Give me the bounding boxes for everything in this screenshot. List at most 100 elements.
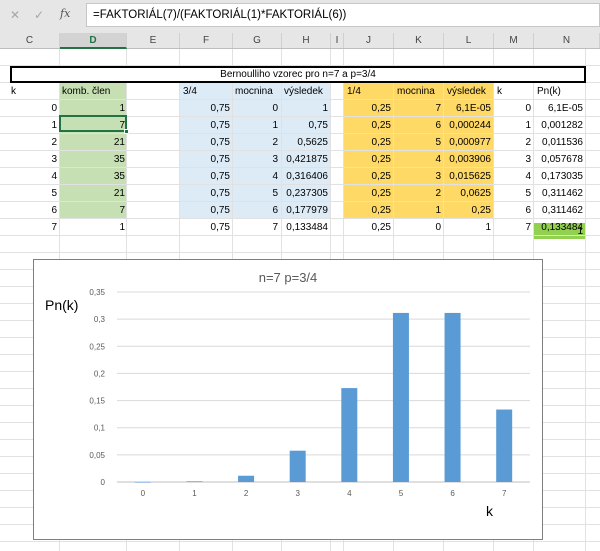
cell-q-row-3[interactable]: 0,25 xyxy=(344,151,391,168)
cell-q-row-6[interactable]: 0,25 xyxy=(344,202,391,219)
cell-m1-row-1[interactable]: 1 xyxy=(233,117,278,134)
cell-k-row-3[interactable]: 3 xyxy=(0,151,57,168)
cell-v1-row-5[interactable]: 0,237305 xyxy=(282,185,328,202)
formula-input[interactable]: =FAKTORIÁL(7)/(FAKTORIÁL(1)*FAKTORIÁL(6)… xyxy=(86,3,600,27)
check-icon[interactable]: ✓ xyxy=(32,8,46,22)
header-pn[interactable]: Pn(k) xyxy=(537,83,561,100)
cell-m1-row-5[interactable]: 5 xyxy=(233,185,278,202)
cell-v2-row-6[interactable]: 0,25 xyxy=(444,202,491,219)
header-mocnina-2[interactable]: mocnina xyxy=(397,83,435,100)
cell-pn-row-3[interactable]: 0,057678 xyxy=(534,151,583,168)
cell-k-row-7[interactable]: 7 xyxy=(0,219,57,236)
cell-q-row-1[interactable]: 0,25 xyxy=(344,117,391,134)
cell-pn-row-2[interactable]: 0,011536 xyxy=(534,134,583,151)
cell-v2-row-2[interactable]: 0,000977 xyxy=(444,134,491,151)
cell-m1-row-4[interactable]: 4 xyxy=(233,168,278,185)
cell-pn-row-1[interactable]: 0,001282 xyxy=(534,117,583,134)
cell-komb-row-3[interactable]: 35 xyxy=(60,151,125,168)
cell-komb-row-7[interactable]: 1 xyxy=(60,219,125,236)
cell-v1-row-2[interactable]: 0,5625 xyxy=(282,134,328,151)
bar[interactable] xyxy=(238,475,255,482)
bar[interactable] xyxy=(341,388,358,482)
chart[interactable]: n=7 p=3/4 Pn(k) k 0 0,05 0,1 0,15 0,2 0,25 0,3… xyxy=(33,259,543,540)
cell-m2-row-3[interactable]: 4 xyxy=(394,151,441,168)
cell-k2-row-5[interactable]: 5 xyxy=(494,185,531,202)
cell-komb-row-6[interactable]: 7 xyxy=(60,202,125,219)
cell-p-row-1[interactable]: 0,75 xyxy=(180,117,230,134)
cell-p-row-0[interactable]: 0,75 xyxy=(180,100,230,117)
cell-v2-row-5[interactable]: 0,0625 xyxy=(444,185,491,202)
cell-p-row-6[interactable]: 0,75 xyxy=(180,202,230,219)
column-header-d[interactable]: D xyxy=(60,33,127,49)
cell-p-row-3[interactable]: 0,75 xyxy=(180,151,230,168)
header-mocnina-1[interactable]: mocnina xyxy=(235,83,273,100)
table-title[interactable]: Bernoulliho vzorec pro n=7 a p=3/4 xyxy=(10,66,586,83)
cell-k-row-5[interactable]: 5 xyxy=(0,185,57,202)
cell-m1-row-6[interactable]: 6 xyxy=(233,202,278,219)
cell-p-row-4[interactable]: 0,75 xyxy=(180,168,230,185)
cell-v1-row-6[interactable]: 0,177979 xyxy=(282,202,328,219)
cell-q-row-5[interactable]: 0,25 xyxy=(344,185,391,202)
cell-komb-row-5[interactable]: 21 xyxy=(60,185,125,202)
cell-v1-row-0[interactable]: 1 xyxy=(282,100,328,117)
cell-q-row-7[interactable]: 0,25 xyxy=(344,219,391,236)
bar[interactable] xyxy=(186,481,203,482)
cell-q-row-2[interactable]: 0,25 xyxy=(344,134,391,151)
cell-komb-row-4[interactable]: 35 xyxy=(60,168,125,185)
cell-m2-row-5[interactable]: 2 xyxy=(394,185,441,202)
column-header-h[interactable]: H xyxy=(282,33,331,48)
bar[interactable] xyxy=(289,450,306,482)
cell-v1-row-3[interactable]: 0,421875 xyxy=(282,151,328,168)
column-header-e[interactable]: E xyxy=(127,33,180,48)
header-p[interactable]: 3/4 xyxy=(183,83,197,100)
cell-komb-row-2[interactable]: 21 xyxy=(60,134,125,151)
fill-handle[interactable] xyxy=(124,129,129,134)
bar[interactable] xyxy=(134,481,151,483)
column-header-k[interactable]: K xyxy=(394,33,444,48)
column-header-g[interactable]: G xyxy=(233,33,282,48)
column-header-m[interactable]: M xyxy=(494,33,534,48)
cell-k2-row-6[interactable]: 6 xyxy=(494,202,531,219)
cell-m1-row-3[interactable]: 3 xyxy=(233,151,278,168)
cell-k2-row-7[interactable]: 7 xyxy=(494,219,531,236)
cell-v2-row-0[interactable]: 6,1E-05 xyxy=(444,100,491,117)
column-header-c[interactable]: C xyxy=(0,33,60,48)
column-header-n[interactable]: N xyxy=(534,33,600,48)
cell-q-row-0[interactable]: 0,25 xyxy=(344,100,391,117)
cell-k2-row-0[interactable]: 0 xyxy=(494,100,531,117)
cell-k2-row-2[interactable]: 2 xyxy=(494,134,531,151)
cell-m2-row-0[interactable]: 7 xyxy=(394,100,441,117)
cell-m2-row-1[interactable]: 6 xyxy=(394,117,441,134)
cell-v2-row-4[interactable]: 0,015625 xyxy=(444,168,491,185)
cell-v1-row-7[interactable]: 0,133484 xyxy=(282,219,328,236)
cell-v1-row-4[interactable]: 0,316406 xyxy=(282,168,328,185)
cell-k-row-0[interactable]: 0 xyxy=(0,100,57,117)
sum-cell[interactable]: 1 xyxy=(534,223,583,240)
cell-pn-row-4[interactable]: 0,173035 xyxy=(534,168,583,185)
cell-k2-row-1[interactable]: 1 xyxy=(494,117,531,134)
header-k[interactable]: k xyxy=(11,83,16,100)
header-vysledek-1[interactable]: výsledek xyxy=(284,83,323,100)
cell-k2-row-3[interactable]: 3 xyxy=(494,151,531,168)
bar[interactable] xyxy=(444,312,461,482)
bar[interactable] xyxy=(496,409,513,482)
close-icon[interactable]: ✕ xyxy=(8,8,22,22)
cell-pn-row-5[interactable]: 0,311462 xyxy=(534,185,583,202)
cell-k-row-1[interactable]: 1 xyxy=(0,117,57,134)
cell-k-row-4[interactable]: 4 xyxy=(0,168,57,185)
cell-v2-row-1[interactable]: 0,000244 xyxy=(444,117,491,134)
selected-cell[interactable] xyxy=(59,115,127,132)
cell-v1-row-1[interactable]: 0,75 xyxy=(282,117,328,134)
column-header-j[interactable]: J xyxy=(344,33,394,48)
cell-k-row-2[interactable]: 2 xyxy=(0,134,57,151)
cell-pn-row-0[interactable]: 6,1E-05 xyxy=(534,100,583,117)
header-komb[interactable]: komb. člen xyxy=(62,83,110,100)
cell-v2-row-7[interactable]: 1 xyxy=(444,219,491,236)
cell-m1-row-0[interactable]: 0 xyxy=(233,100,278,117)
column-header-f[interactable]: F xyxy=(180,33,233,48)
cell-m1-row-7[interactable]: 7 xyxy=(233,219,278,236)
column-header-i[interactable]: I xyxy=(331,33,344,48)
cell-m2-row-4[interactable]: 3 xyxy=(394,168,441,185)
insert-function-icon[interactable]: fx xyxy=(60,7,70,20)
cell-v2-row-3[interactable]: 0,003906 xyxy=(444,151,491,168)
